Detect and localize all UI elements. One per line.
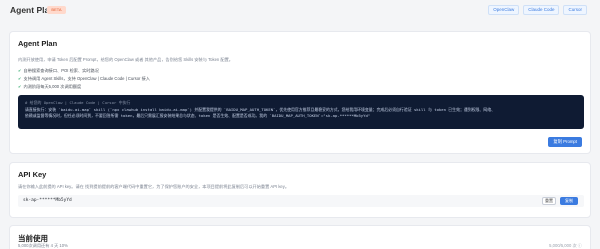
- feature-item: ✔ 自带搜索查询接口、POI 检索、实时路况: [18, 68, 99, 74]
- tab-cursor[interactable]: Cursor: [563, 5, 587, 15]
- check-icon: ✔: [18, 76, 22, 81]
- usage-count: 5,000/5,000 次 ⓘ: [549, 243, 582, 248]
- api-key-field: sk-ap-******Mb5yYd 重置 复制: [18, 195, 584, 207]
- tab-claude-code[interactable]: Claude Code: [523, 5, 560, 15]
- check-icon: ✔: [18, 68, 22, 73]
- api-key-title: API Key: [18, 170, 47, 179]
- api-key-value: sk-ap-******Mb5yYd: [23, 198, 72, 203]
- feature-item: ✔ 内测阶段每天5,000 次调用额度: [18, 84, 81, 90]
- beta-badge: BETA: [47, 6, 66, 14]
- feature-item: ✔ 支持调用 Agent Skills，支持 OpenClaw | Claude …: [18, 76, 150, 82]
- usage-quota-text: 5,000次调用还有 4 天 10%: [18, 243, 68, 248]
- agent-plan-card: Agent Plan 内测开放使用，申请 Token 后配置 Prompt，给您…: [9, 31, 591, 154]
- reset-key-button[interactable]: 重置: [542, 197, 556, 205]
- feature-text: 支持调用 Agent Skills，支持 OpenClaw | Claude C…: [23, 76, 150, 81]
- platform-tabs: OpenClaw Claude Code Cursor: [488, 5, 587, 15]
- plan-description: 内测开放使用，申请 Token 后配置 Prompt，给您的 OpenClaw …: [18, 57, 233, 62]
- check-icon: ✔: [18, 84, 22, 89]
- copy-key-button[interactable]: 复制: [560, 197, 578, 205]
- tab-openclaw[interactable]: OpenClaw: [488, 5, 520, 15]
- feature-text: 内测阶段每天5,000 次调用额度: [23, 84, 82, 89]
- api-key-card: API Key 请在你输入此前提的 API key。请在 找到提前提前的客户端代…: [9, 162, 591, 218]
- top-bar: Agent Plan BETA OpenClaw Claude Code Cur…: [0, 0, 600, 22]
- copy-prompt-button[interactable]: 复制 Prompt: [548, 137, 582, 147]
- prompt-code-block: # 给您的 OpenClaw | Claude Code | Cursor 中执…: [18, 95, 584, 129]
- code-line: 依赖或监督等情况时，但任必须时间到，不要回答所需 token，最后只需展汇报安装…: [25, 113, 371, 118]
- usage-card: 当前使用 5,000次调用还有 4 天 10% 5,000/5,000 次 ⓘ: [9, 225, 591, 249]
- plan-card-title: Agent Plan: [18, 39, 58, 48]
- feature-text: 自带搜索查询接口、POI 检索、实时路况: [23, 68, 99, 73]
- api-key-description: 请在你输入此前提的 API key。请在 找到提前提前的客户端代码中重置它，为了…: [18, 184, 290, 189]
